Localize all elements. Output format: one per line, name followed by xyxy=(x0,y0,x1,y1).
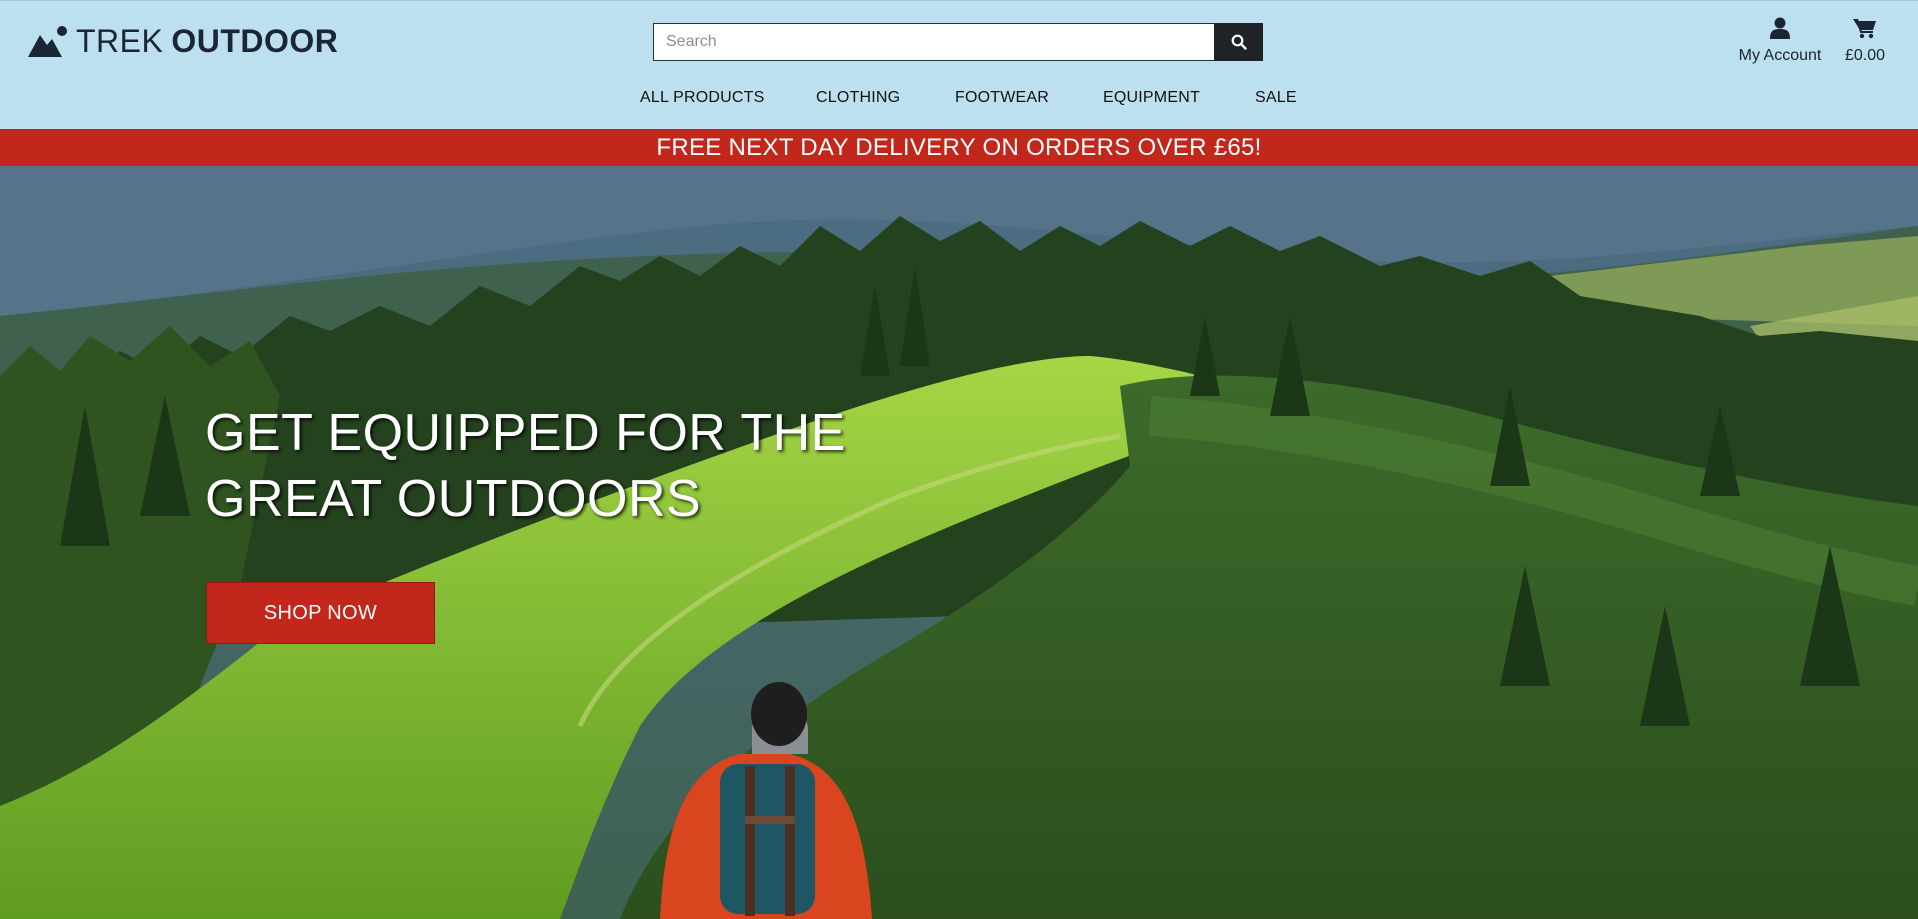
nav-clothing[interactable]: CLOTHING xyxy=(816,89,900,107)
brand-name-bold: OUTDOOR xyxy=(171,22,339,59)
search-button[interactable] xyxy=(1214,23,1263,61)
hero-title-line-2: GREAT OUTDOORS xyxy=(205,470,702,528)
hero-title-line-1: GET EQUIPPED FOR THE xyxy=(205,404,846,462)
nav-all-products[interactable]: ALL PRODUCTS xyxy=(640,89,765,107)
brand-name-light: TREK xyxy=(76,22,164,59)
search-icon xyxy=(1231,34,1247,50)
cart-total: £0.00 xyxy=(1844,47,1886,64)
nav-equipment[interactable]: EQUIPMENT xyxy=(1103,89,1200,107)
hero-title: GET EQUIPPED FOR THE GREAT OUTDOORS xyxy=(205,400,885,532)
delivery-banner: FREE NEXT DAY DELIVERY ON ORDERS OVER £6… xyxy=(0,129,1918,166)
site-header: TREK OUTDOOR My Account xyxy=(0,0,1918,129)
nav-sale[interactable]: SALE xyxy=(1255,89,1297,107)
brand-logo[interactable]: TREK OUTDOOR xyxy=(28,21,338,61)
main-nav: ALL PRODUCTS CLOTHING FOOTWEAR EQUIPMENT… xyxy=(0,89,1918,115)
cart-icon xyxy=(1853,18,1876,39)
search-form xyxy=(653,23,1263,61)
shop-now-button[interactable]: SHOP NOW xyxy=(206,582,435,644)
cart-link[interactable]: £0.00 xyxy=(1828,17,1902,65)
hero-section: GET EQUIPPED FOR THE GREAT OUTDOORS SHOP… xyxy=(0,166,1918,919)
search-input[interactable] xyxy=(653,23,1214,61)
mountain-logo-icon xyxy=(28,26,67,57)
user-icon xyxy=(1770,17,1790,39)
hero-image xyxy=(0,166,1918,919)
nav-footwear[interactable]: FOOTWEAR xyxy=(955,89,1049,107)
